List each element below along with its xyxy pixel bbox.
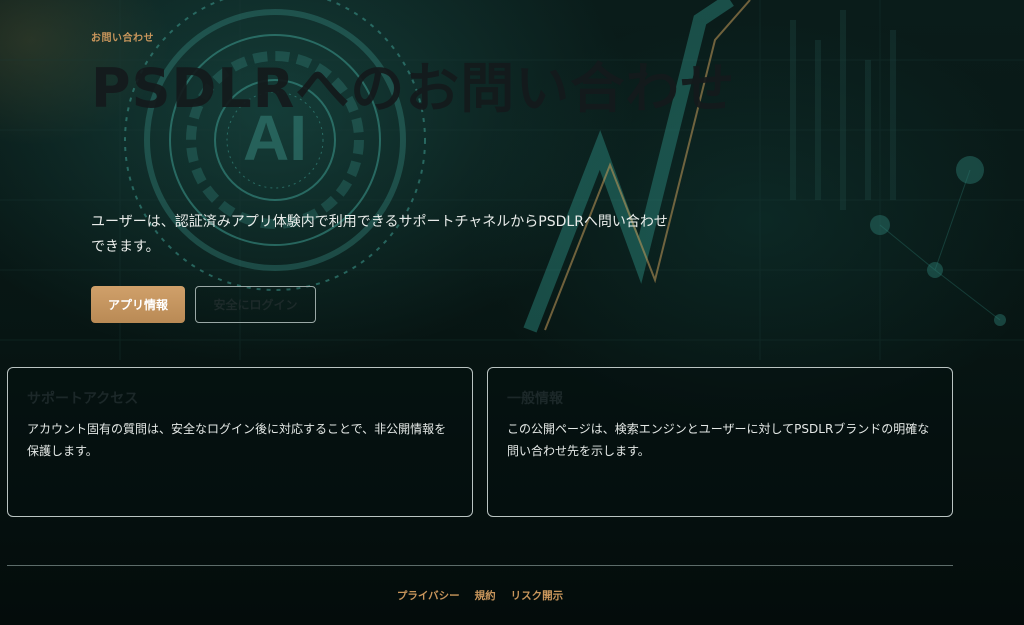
card-title: サポートアクセス [27, 391, 139, 407]
page-description: ユーザーは、認証済みアプリ体験内で利用できるサポートチャネルからPSDLRへ問い… [91, 214, 668, 255]
secure-login-button[interactable]: 安全にログイン [195, 286, 316, 323]
general-info-card: 一般情報 この公開ページは、検索エンジンとユーザーに対してPSDLRブランドの明… [487, 367, 953, 517]
stock-trend-highlight [544, 0, 751, 331]
footer-link-risk-disclosure[interactable]: リスク開示 [511, 588, 564, 603]
footer-nav: プライバシー 規約 リスク開示 [0, 588, 960, 603]
app-info-button[interactable]: アプリ情報 [91, 286, 185, 323]
support-access-card: サポートアクセス アカウント固有の質問は、安全なログイン後に対応することで、非公… [7, 367, 473, 517]
card-body: アカウント固有の質問は、安全なログイン後に対応することで、非公開情報を保護します… [27, 422, 447, 458]
card-body: この公開ページは、検索エンジンとユーザーに対してPSDLRブランドの明確な問い合… [507, 422, 930, 458]
footer-divider [7, 565, 953, 566]
stock-trend-line [523, 0, 734, 333]
contact-page: AI お問い合わせ PSDLRへのお問い合わせ ユーザーは、認証済みアプリ体験内… [0, 0, 1024, 625]
network-links [879, 169, 1001, 321]
footer-link-terms[interactable]: 規約 [475, 588, 496, 603]
footer-link-privacy[interactable]: プライバシー [397, 588, 460, 603]
card-title: 一般情報 [507, 391, 563, 407]
page-eyebrow: お問い合わせ [91, 33, 154, 44]
page-title: PSDLRへのお問い合わせ [91, 57, 736, 120]
